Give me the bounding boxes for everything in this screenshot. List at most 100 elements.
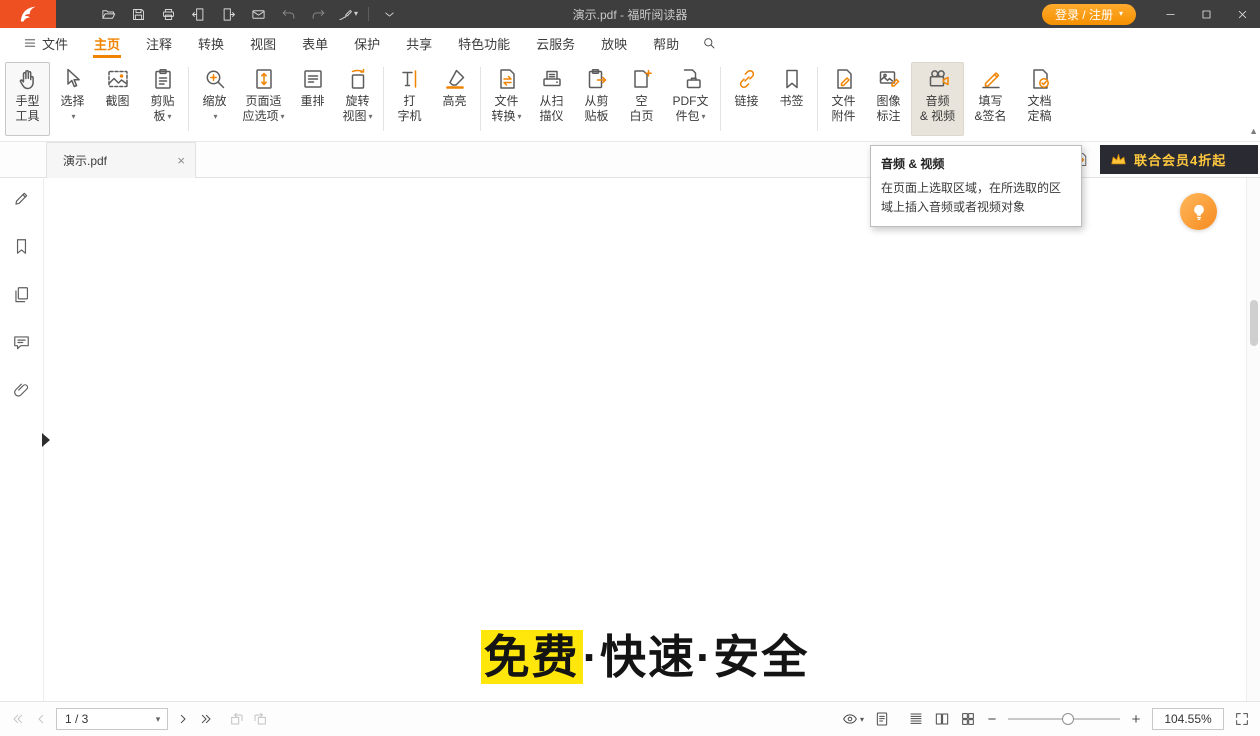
menu-protect[interactable]: 保护 xyxy=(341,28,393,58)
facing-view-button[interactable] xyxy=(934,711,950,727)
ribbon-button-reflow[interactable]: 重排 xyxy=(290,62,335,136)
customize-toolbar-button[interactable] xyxy=(377,3,401,25)
ribbon-button-audio-video[interactable]: 音频& 视频 xyxy=(911,62,964,136)
panel-expand-handle[interactable] xyxy=(42,433,50,447)
menu-help[interactable]: 帮助 xyxy=(640,28,692,58)
ribbon-button-hand-tool[interactable]: 手型工具 xyxy=(5,62,50,136)
sidebar-item-annotations[interactable] xyxy=(8,186,36,210)
foxit-logo[interactable] xyxy=(0,0,56,28)
quick-sign-button[interactable]: ▾ xyxy=(336,3,360,25)
menu-label: 帮助 xyxy=(653,34,679,53)
dropdown-caret: ▾ xyxy=(369,109,373,124)
ribbon-button-highlight[interactable]: 高亮 xyxy=(432,62,477,136)
prev-view-button[interactable] xyxy=(229,711,245,727)
menu-search-button[interactable] xyxy=(692,28,726,58)
crown-icon xyxy=(1109,150,1128,169)
scrollbar-thumb[interactable] xyxy=(1250,300,1258,346)
menu-file[interactable]: 文件 xyxy=(10,28,81,58)
continuous-view-icon xyxy=(908,711,924,727)
sidebar-item-comments[interactable] xyxy=(8,330,36,354)
ribbon-button-label: 缩放▾ xyxy=(202,94,226,124)
next-page-icon xyxy=(175,711,191,727)
page-dropdown-caret[interactable]: ▾ xyxy=(149,714,167,725)
first-page-button[interactable] xyxy=(10,711,26,727)
actual-size-button[interactable] xyxy=(874,711,890,727)
ribbon-button-blank-page[interactable]: 空白页 xyxy=(619,62,664,136)
prev-doc-button[interactable] xyxy=(186,3,210,25)
ribbon-button-doc-finalize[interactable]: 文档定稿 xyxy=(1017,62,1062,136)
menu-share[interactable]: 共享 xyxy=(393,28,445,58)
ribbon-button-zoom[interactable]: 缩放▾ xyxy=(192,62,237,136)
prev-page-icon xyxy=(33,711,49,727)
zoom-slider[interactable] xyxy=(1008,711,1120,727)
ribbon-button-page-fit[interactable]: 页面适应选项▾ xyxy=(237,62,290,136)
zoom-level-box[interactable]: 104.55% xyxy=(1152,708,1224,730)
undo-button[interactable] xyxy=(276,3,300,25)
ribbon-button-link[interactable]: 链接 xyxy=(724,62,769,136)
ribbon-button-rotate-view[interactable]: 旋转视图▾ xyxy=(335,62,380,136)
menu-form[interactable]: 表单 xyxy=(289,28,341,58)
menu-cloud[interactable]: 云服务 xyxy=(523,28,588,58)
open-button[interactable] xyxy=(96,3,120,25)
ribbon-button-bookmark[interactable]: 书签 xyxy=(769,62,814,136)
ribbon-button-select[interactable]: 选择▾ xyxy=(50,62,95,136)
comments-panel-icon xyxy=(12,333,31,352)
continuous-view-button[interactable] xyxy=(908,711,924,727)
ribbon-button-file-attach[interactable]: 文件附件 xyxy=(821,62,866,136)
menu-view[interactable]: 视图 xyxy=(237,28,289,58)
ribbon-button-label: 高亮 xyxy=(442,94,466,109)
tab-close-icon[interactable]: × xyxy=(177,153,185,168)
menu-home[interactable]: 主页 xyxy=(81,28,133,58)
document-area[interactable]: 免费·快速·安全 xyxy=(44,178,1246,701)
ribbon-button-snapshot[interactable]: 截图 xyxy=(95,62,140,136)
minimize-button[interactable] xyxy=(1152,0,1188,28)
prev-page-button[interactable] xyxy=(33,711,49,727)
promo-banner[interactable]: 联合会员4折起 xyxy=(1100,145,1258,174)
quick-sign-icon xyxy=(338,7,353,22)
ribbon-button-image-annotation[interactable]: 图像标注 xyxy=(866,62,911,136)
menu-comment[interactable]: 注释 xyxy=(133,28,185,58)
ribbon-button-from-clipboard[interactable]: 从剪贴板 xyxy=(574,62,619,136)
ribbon-button-pdf-portfolio[interactable]: PDF文件包▾ xyxy=(664,62,717,136)
next-doc-button[interactable] xyxy=(216,3,240,25)
view-mode-button[interactable]: ▾ xyxy=(842,711,864,727)
menu-convert[interactable]: 转换 xyxy=(185,28,237,58)
next-view-button[interactable] xyxy=(252,711,268,727)
assistant-lightbulb-button[interactable] xyxy=(1180,193,1217,230)
reflow-icon xyxy=(301,67,325,91)
vertical-scrollbar[interactable] xyxy=(1246,178,1260,701)
ribbon-button-clipboard[interactable]: 剪贴板▾ xyxy=(140,62,185,136)
document-tab[interactable]: 演示.pdf × xyxy=(46,142,196,178)
sidebar-item-bookmarks[interactable] xyxy=(8,234,36,258)
menu-present[interactable]: 放映 xyxy=(588,28,640,58)
redo-button[interactable] xyxy=(306,3,330,25)
print-button[interactable] xyxy=(156,3,180,25)
ribbon-button-fill-sign[interactable]: 填写&签名 xyxy=(964,62,1017,136)
thumbnail-view-button[interactable] xyxy=(960,711,976,727)
image-annot-icon xyxy=(877,67,901,91)
maximize-button[interactable] xyxy=(1188,0,1224,28)
next-page-button[interactable] xyxy=(175,711,191,727)
login-button[interactable]: 登录 / 注册 ▾ xyxy=(1042,4,1136,25)
zoom-in-button[interactable]: + xyxy=(1130,712,1142,727)
email-button[interactable] xyxy=(246,3,270,25)
save-button[interactable] xyxy=(126,3,150,25)
fullscreen-button[interactable] xyxy=(1234,711,1250,727)
ribbon-button-label: 链接 xyxy=(734,94,758,109)
menu-label: 视图 xyxy=(250,34,276,53)
ribbon-button-label: 文档定稿 xyxy=(1027,94,1051,124)
menu-features[interactable]: 特色功能 xyxy=(445,28,523,58)
page-number-box[interactable]: 1 / 3 ▾ xyxy=(56,708,168,730)
close-button[interactable] xyxy=(1224,0,1260,28)
document-tab-label: 演示.pdf xyxy=(63,152,107,169)
ribbon-button-typewriter[interactable]: 打字机 xyxy=(387,62,432,136)
zoom-out-button[interactable]: − xyxy=(986,712,998,727)
ribbon-button-from-scanner[interactable]: 从扫描仪 xyxy=(529,62,574,136)
last-page-button[interactable] xyxy=(198,711,214,727)
scrollbar-up-arrow[interactable]: ▲ xyxy=(1249,126,1258,136)
ribbon-button-convert-file[interactable]: 文件转换▾ xyxy=(484,62,529,136)
zoom-slider-knob[interactable] xyxy=(1062,713,1074,725)
sidebar-item-attachments[interactable] xyxy=(8,378,36,402)
menu-label: 表单 xyxy=(302,34,328,53)
sidebar-item-pages[interactable] xyxy=(8,282,36,306)
